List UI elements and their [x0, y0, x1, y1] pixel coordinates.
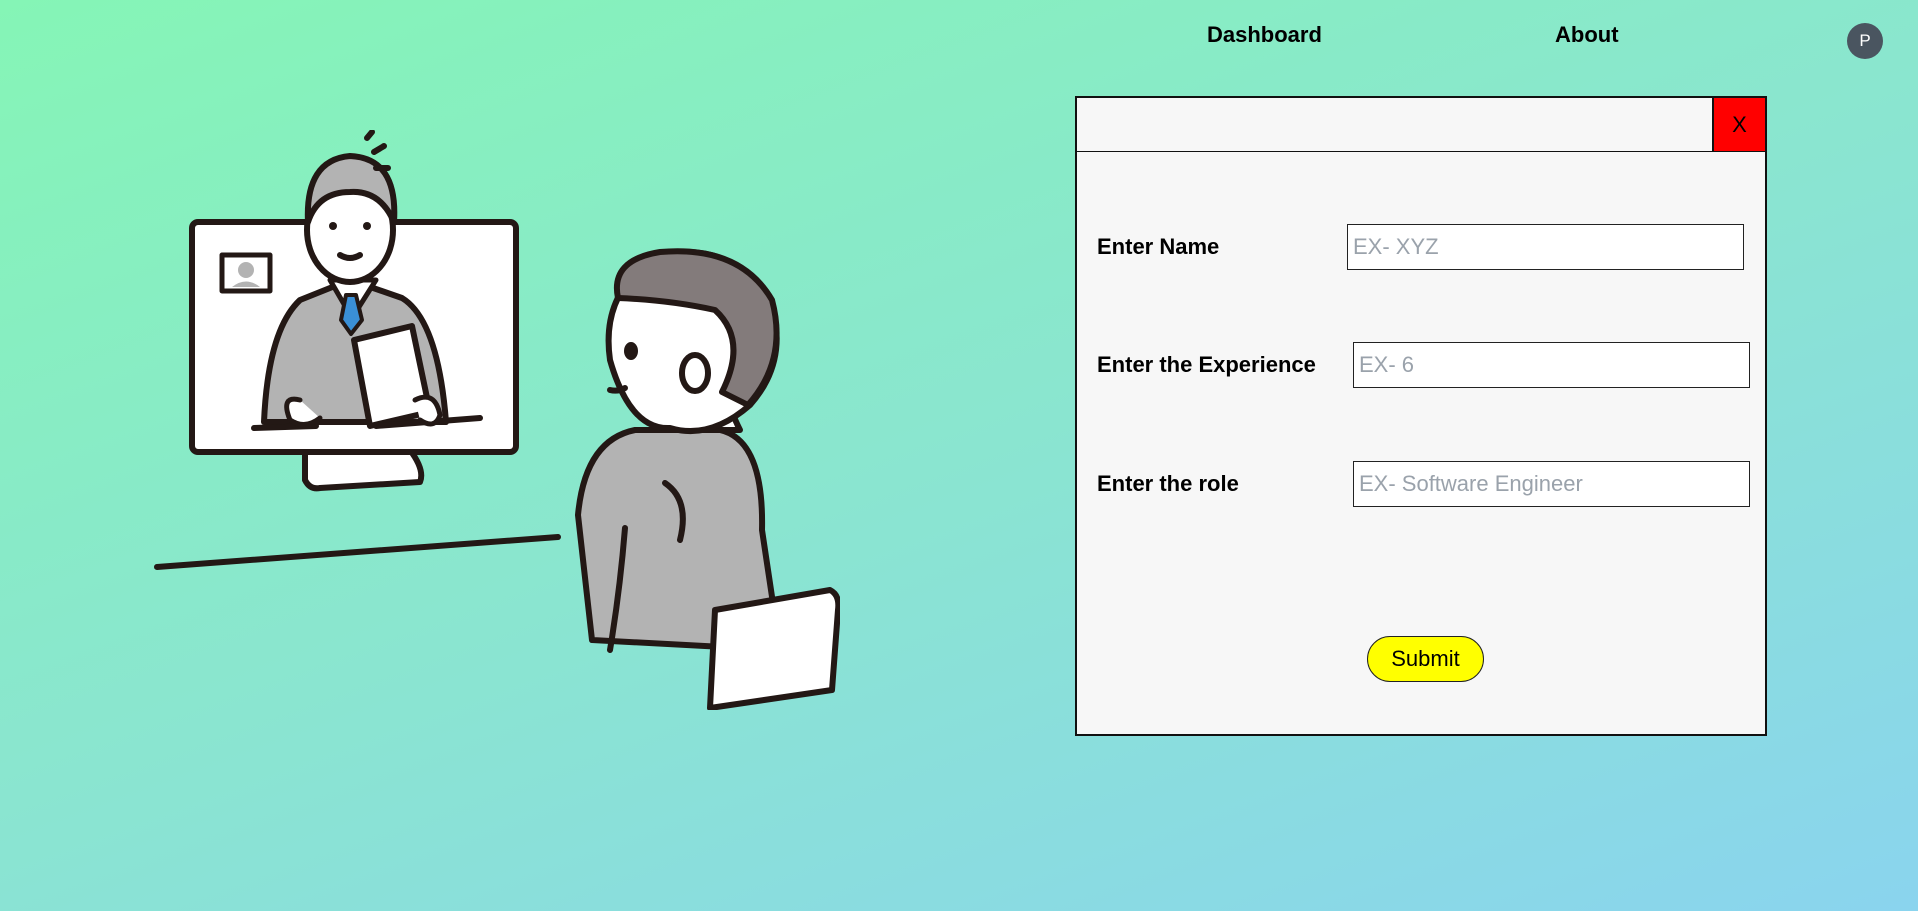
role-label: Enter the role — [1097, 471, 1239, 496]
nav-about-link[interactable]: About — [1555, 22, 1619, 48]
experience-input[interactable] — [1353, 342, 1750, 388]
nav-dashboard-link[interactable]: Dashboard — [1207, 22, 1322, 48]
close-button[interactable]: X — [1712, 98, 1765, 151]
experience-label: Enter the Experience — [1097, 352, 1316, 377]
candidate-form-modal: X Enter Name Enter the Experience Enter … — [1075, 96, 1767, 736]
name-label: Enter Name — [1097, 234, 1220, 259]
user-avatar[interactable]: P — [1847, 23, 1883, 59]
submit-button[interactable]: Submit — [1367, 636, 1484, 682]
name-input[interactable] — [1347, 224, 1744, 270]
modal-header: X — [1077, 98, 1765, 152]
video-interview-illustration — [154, 130, 840, 710]
role-input[interactable] — [1353, 461, 1750, 507]
